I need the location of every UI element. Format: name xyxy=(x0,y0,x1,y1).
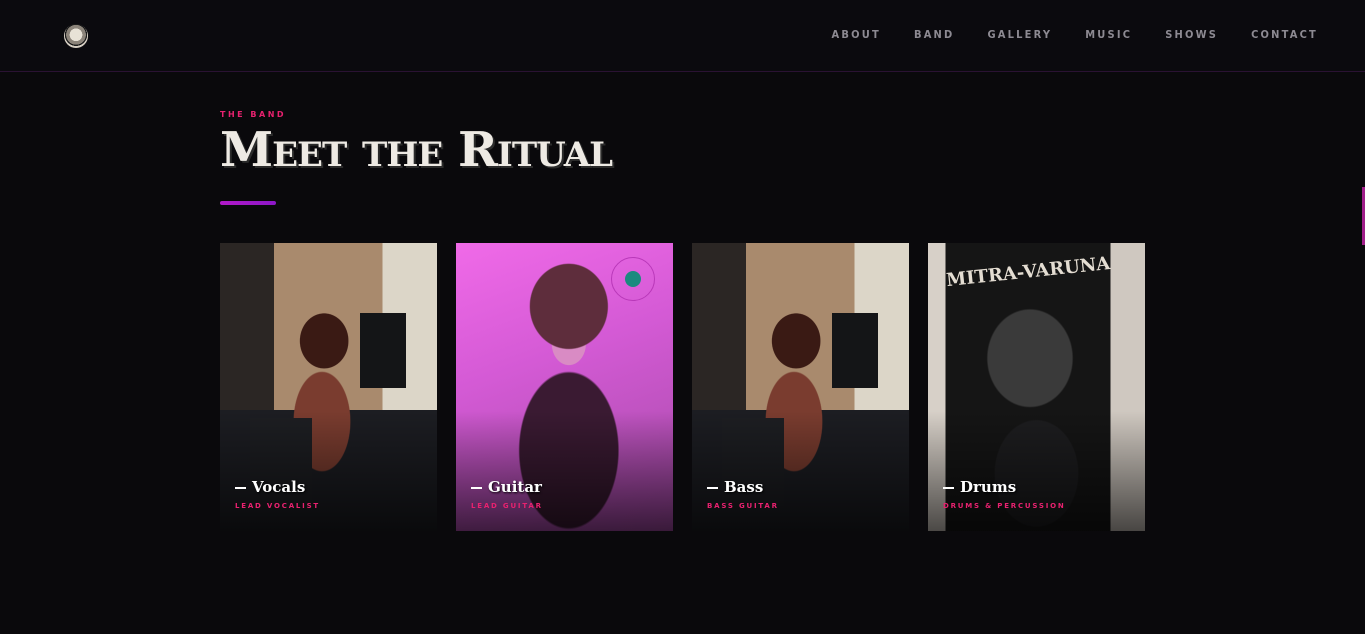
role-text: Vocals xyxy=(252,478,306,496)
nav-music[interactable]: MUSIC xyxy=(1085,28,1132,41)
title-underline xyxy=(220,201,276,205)
role-text: Drums xyxy=(960,478,1017,496)
member-role: Bass xyxy=(707,478,763,496)
member-subtitle: LEAD GUITAR xyxy=(471,502,543,510)
card-shade xyxy=(456,411,673,531)
member-card-vocals[interactable]: Vocals LEAD VOCALIST xyxy=(220,243,437,531)
main-nav: ABOUT BAND GALLERY MUSIC SHOWS CONTACT xyxy=(799,28,1318,41)
role-text: Guitar xyxy=(488,478,542,496)
nav-shows[interactable]: SHOWS xyxy=(1165,28,1218,41)
band-logo-icon[interactable] xyxy=(64,24,88,48)
member-subtitle: DRUMS & PERCUSSION xyxy=(943,502,1066,510)
card-shade xyxy=(928,411,1145,531)
nav-contact[interactable]: CONTACT xyxy=(1251,28,1318,41)
nav-about[interactable]: ABOUT xyxy=(832,28,881,41)
section-title: Meet the Ritual xyxy=(220,122,613,178)
card-shade xyxy=(220,411,437,531)
dash-icon xyxy=(471,487,482,489)
record-icon[interactable] xyxy=(611,257,655,301)
member-role: Vocals xyxy=(235,478,305,496)
member-card-bass[interactable]: Bass BASS GUITAR xyxy=(692,243,909,531)
top-navigation: ABOUT BAND GALLERY MUSIC SHOWS CONTACT xyxy=(0,0,1365,72)
member-card-guitar[interactable]: Guitar LEAD GUITAR xyxy=(456,243,673,531)
dash-icon xyxy=(943,487,954,489)
nav-gallery[interactable]: GALLERY xyxy=(987,28,1052,41)
nav-band[interactable]: BAND xyxy=(914,28,955,41)
member-role: Guitar xyxy=(471,478,542,496)
dash-icon xyxy=(707,487,718,489)
role-text: Bass xyxy=(724,478,764,496)
band-members: Vocals LEAD VOCALIST Guitar LEAD GUITAR … xyxy=(220,243,1145,531)
member-role: Drums xyxy=(943,478,1016,496)
card-shade xyxy=(692,411,909,531)
member-subtitle: LEAD VOCALIST xyxy=(235,502,320,510)
member-card-drums[interactable]: MITRA-VARUNA Drums DRUMS & PERCUSSION xyxy=(928,243,1145,531)
dash-icon xyxy=(235,487,246,489)
section-eyebrow: THE BAND xyxy=(220,110,287,119)
member-subtitle: BASS GUITAR xyxy=(707,502,779,510)
